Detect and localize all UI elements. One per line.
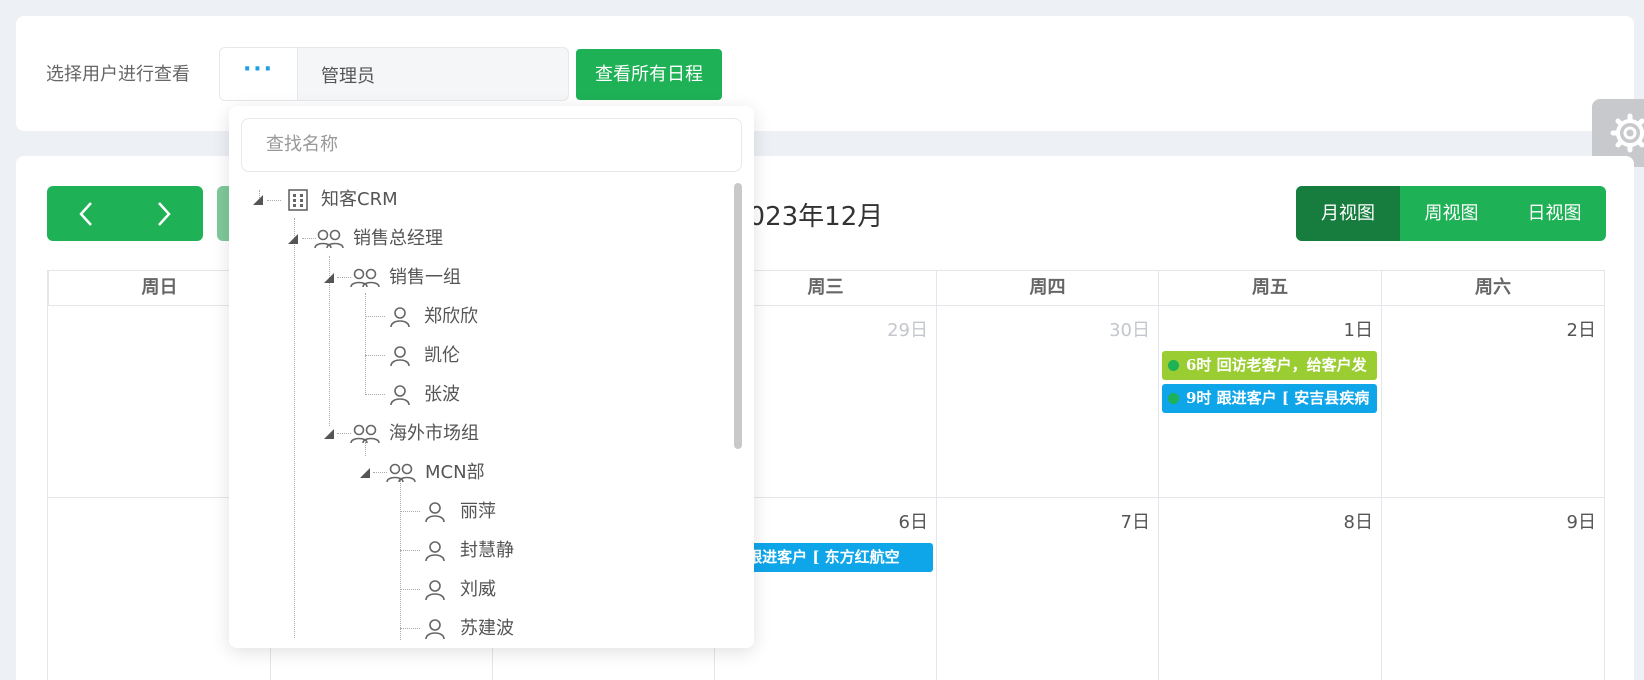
prev-month-button[interactable] (47, 186, 125, 241)
calendar-event[interactable]: 9时 跟进客户 [ 安吉县疾病 (1162, 384, 1377, 413)
collapse-toggle-icon[interactable] (324, 429, 334, 439)
day-number: 6日 (898, 512, 928, 533)
tree-node-label: 凯伦 (424, 345, 460, 366)
tree-node-label: 海外市场组 (389, 423, 479, 444)
user-group-icon (350, 268, 380, 288)
day-number: 30日 (1109, 320, 1150, 341)
tree-node-label: 郑欣欣 (424, 306, 478, 327)
tree-node-label: MCN部 (425, 462, 485, 483)
user-picker-dots-button[interactable]: ··· (220, 48, 298, 100)
collapse-toggle-icon[interactable] (324, 273, 334, 283)
user-icon (390, 307, 410, 328)
view-switcher: 月视图 周视图 日视图 (1296, 186, 1606, 241)
gear-icon (1610, 113, 1644, 153)
day-number: 1日 (1343, 320, 1373, 341)
user-tree-dropdown: 查找名称 知客CRM 销售总经理 销售一组 郑欣欣 凯伦 张波 海外市场组 MC… (229, 106, 754, 648)
tree-search-input[interactable]: 查找名称 (241, 118, 742, 172)
week-view-button[interactable]: 周视图 (1400, 186, 1503, 241)
tree-node-label: 封慧静 (460, 540, 514, 561)
event-dot-icon (1168, 393, 1179, 404)
day-number: 7日 (1120, 512, 1150, 533)
user-group-icon (350, 424, 380, 444)
day-cell[interactable]: 2日 (1382, 306, 1605, 498)
day-number: 9日 (1566, 512, 1596, 533)
user-icon (425, 619, 445, 640)
chevron-left-icon (79, 202, 92, 226)
user-group-icon (314, 229, 344, 249)
tree-scrollbar[interactable] (734, 183, 742, 449)
user-group-icon (386, 463, 416, 483)
tree-node-label: 销售一组 (389, 267, 461, 288)
day-cell[interactable]: 30日 (937, 306, 1159, 498)
user-icon (425, 580, 445, 601)
tree-node-label: 苏建波 (460, 618, 514, 639)
collapse-toggle-icon[interactable] (360, 468, 370, 478)
user-select[interactable]: ··· 管理员 (219, 47, 569, 101)
weekday-header: 周四 (937, 270, 1159, 306)
weekday-header: 周六 (1382, 270, 1605, 306)
chevron-right-icon (158, 202, 171, 226)
day-cell[interactable]: 9日 (1382, 498, 1605, 680)
calendar-nav-group (47, 186, 203, 241)
next-month-button[interactable] (125, 186, 203, 241)
day-cell[interactable]: 8日 (1159, 498, 1382, 680)
user-icon (390, 346, 410, 367)
calendar-event[interactable]: 6时 回访老客户，给客户发 (1162, 351, 1377, 380)
building-icon (288, 189, 308, 211)
collapse-toggle-icon[interactable] (288, 234, 298, 244)
user-icon (425, 541, 445, 562)
day-cell[interactable]: 1日 6时 回访老客户，给客户发 9时 跟进客户 [ 安吉县疾病 (1159, 306, 1382, 498)
user-icon (425, 502, 445, 523)
tree-node-label: 张波 (424, 384, 460, 405)
calendar-title: 2023年12月 (732, 202, 884, 232)
day-number: 29日 (887, 320, 928, 341)
weekday-header: 周五 (1159, 270, 1382, 306)
selected-user: 管理员 (321, 66, 375, 87)
event-dot-icon (1168, 360, 1179, 371)
day-view-button[interactable]: 日视图 (1503, 186, 1606, 241)
day-number: 2日 (1566, 320, 1596, 341)
tree-node-label: 销售总经理 (353, 228, 443, 249)
org-tree: 知客CRM 销售总经理 销售一组 郑欣欣 凯伦 张波 海外市场组 MCN部 丽萍… (229, 182, 739, 644)
view-all-schedules-button[interactable]: 查看所有日程 (576, 49, 722, 100)
day-cell[interactable]: 7日 (937, 498, 1159, 680)
event-text: 6时 回访老客户，给客户发 (1186, 356, 1367, 374)
month-view-button[interactable]: 月视图 (1296, 186, 1400, 241)
filter-label: 选择用户进行查看 (46, 64, 190, 85)
user-icon (390, 385, 410, 406)
day-number: 8日 (1343, 512, 1373, 533)
tree-node-label: 知客CRM (321, 189, 398, 210)
collapse-toggle-icon[interactable] (253, 195, 263, 205)
tree-node-label: 丽萍 (460, 501, 496, 522)
event-text: 9时 跟进客户 [ 安吉县疾病 (1186, 389, 1370, 407)
tree-node-label: 刘威 (460, 579, 496, 600)
